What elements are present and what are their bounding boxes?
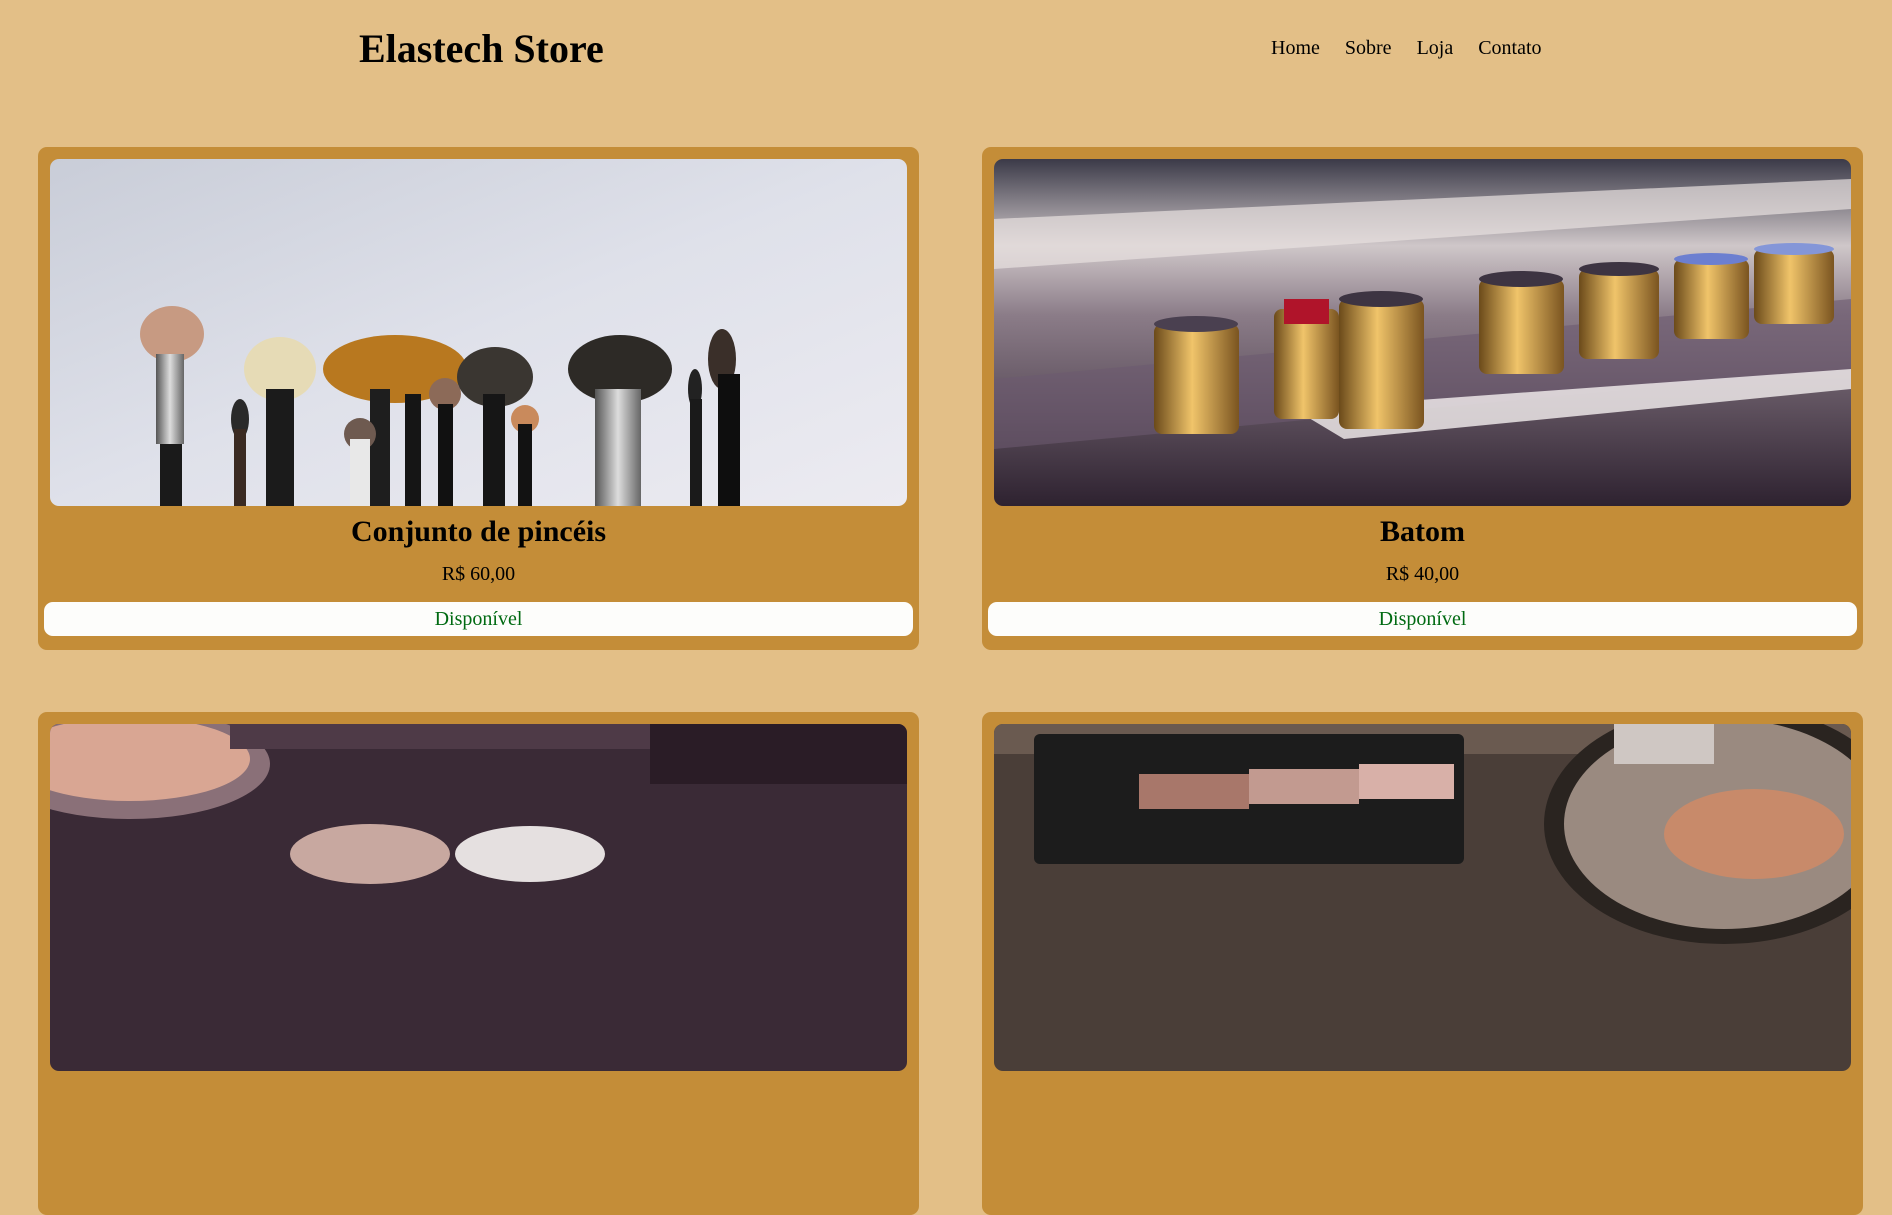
product-title[interactable]: Batom: [982, 514, 1863, 550]
product-card-brushes: Conjunto de pincéis R$ 60,00 Disponível: [38, 147, 919, 650]
product-image[interactable]: [50, 724, 907, 1071]
product-card-palette: [982, 712, 1863, 1215]
nav-loja-link[interactable]: Loja: [1417, 36, 1454, 60]
lipsticks-photo: [994, 159, 1851, 506]
availability-button[interactable]: Disponível: [988, 602, 1857, 636]
product-card-powder: [38, 712, 919, 1215]
nav-contato-link[interactable]: Contato: [1478, 36, 1541, 60]
product-price: R$ 60,00: [441, 563, 516, 585]
product-image[interactable]: [50, 159, 907, 506]
store-brand[interactable]: Elastech Store: [359, 24, 604, 74]
powder-jars-photo: [50, 724, 907, 1071]
site-header: Elastech Store Home Sobre Loja Contato: [0, 0, 1892, 100]
makeup-brushes-photo: [50, 159, 907, 506]
product-card-lipstick: Batom R$ 40,00 Disponível: [982, 147, 1863, 650]
eyeshadow-palette-photo: [994, 724, 1851, 1071]
nav-home-link[interactable]: Home: [1271, 36, 1320, 60]
main-nav: Home Sobre Loja Contato: [1271, 36, 1567, 60]
product-title[interactable]: Conjunto de pincéis: [38, 514, 919, 550]
product-image[interactable]: [994, 724, 1851, 1071]
product-image[interactable]: [994, 159, 1851, 506]
product-price: R$ 40,00: [1385, 563, 1460, 585]
nav-sobre-link[interactable]: Sobre: [1345, 36, 1392, 60]
availability-button[interactable]: Disponível: [44, 602, 913, 636]
